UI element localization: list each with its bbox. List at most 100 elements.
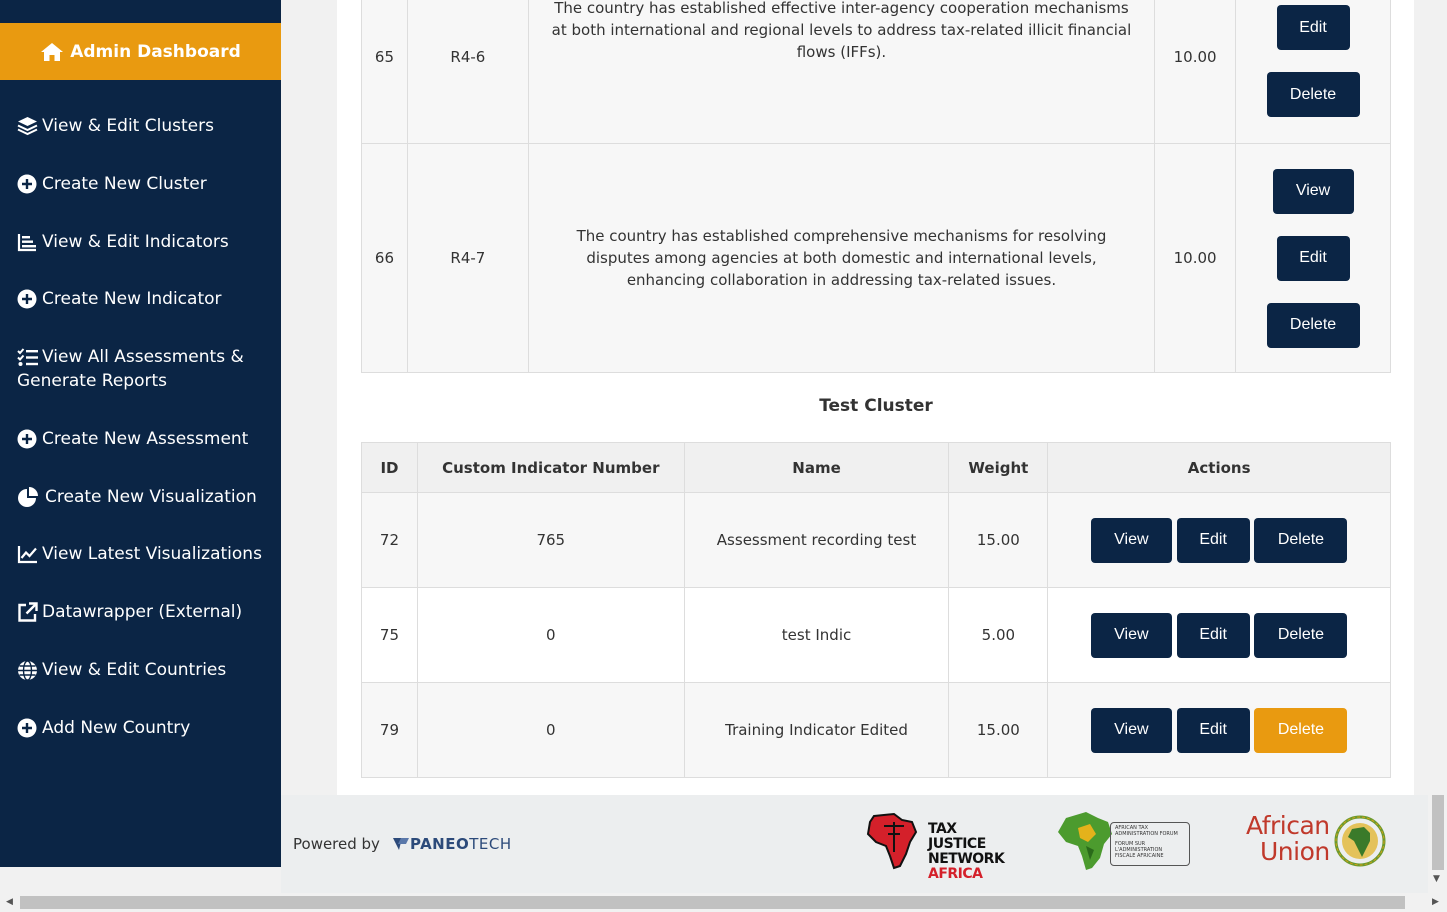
sidebar-item-create-indicator[interactable]: Create New Indicator xyxy=(17,287,275,311)
view-button[interactable]: View xyxy=(1090,612,1172,658)
scroll-left-arrow-icon[interactable]: ◀ xyxy=(6,897,13,907)
sidebar-item-datawrapper[interactable]: Datawrapper (External) xyxy=(17,600,275,624)
delete-button[interactable]: Delete xyxy=(1254,517,1348,563)
cell-name: The country has established effective in… xyxy=(527,0,1156,144)
tjn-line-3: AFRICA xyxy=(928,866,983,882)
au-emblem-icon xyxy=(1334,815,1386,867)
table-row: 79 0 Training Indicator Edited 15.00 Vie… xyxy=(361,682,1391,778)
cell-actions: View Edit Delete xyxy=(1047,587,1391,683)
cell-weight: 10.00 xyxy=(1154,0,1237,144)
globe-icon xyxy=(17,658,39,682)
footer: Powered by PANEO TECH TAX JUSTICE NETWORK… xyxy=(281,795,1428,893)
cluster-title: Test Cluster xyxy=(819,396,933,416)
cell-actions: View Edit Delete xyxy=(1235,143,1391,373)
plus-circle-icon xyxy=(17,716,39,740)
tjn-line-1: TAX JUSTICE xyxy=(928,821,986,852)
edit-button[interactable]: Edit xyxy=(1176,707,1250,753)
sidebar-item-label: View & Edit Clusters xyxy=(42,116,214,136)
ataf-africa-map-icon xyxy=(1058,812,1112,870)
paneotech-logo[interactable]: PANEO TECH xyxy=(392,835,512,853)
sidebar-item-create-assessment[interactable]: Create New Assessment xyxy=(17,427,275,451)
sidebar-item-create-cluster[interactable]: Create New Cluster xyxy=(17,172,275,196)
scroll-right-arrow-icon[interactable]: ▶ xyxy=(1432,897,1439,907)
delete-button[interactable]: Delete xyxy=(1266,72,1360,117)
ataf-logo[interactable]: AFRICAN TAX ADMINISTRATION FORUM FORUM S… xyxy=(1056,810,1191,872)
tjn-line-2: NETWORK xyxy=(928,851,1005,867)
header-actions: Actions xyxy=(1047,442,1391,493)
plus-circle-icon xyxy=(17,172,39,196)
edit-button[interactable]: Edit xyxy=(1176,612,1250,658)
sidebar-item-view-edit-indicators[interactable]: View & Edit Indicators xyxy=(17,230,275,254)
cell-custom-number: R4-6 xyxy=(406,0,529,144)
cell-id: 66 xyxy=(361,143,408,373)
powered-by: Powered by PANEO TECH xyxy=(293,835,512,853)
delete-button[interactable]: Delete xyxy=(1266,302,1360,348)
tax-justice-network-africa-logo[interactable]: TAX JUSTICE NETWORK AFRICA xyxy=(866,812,1005,882)
vertical-scrollbar-thumb[interactable] xyxy=(1432,795,1444,870)
sidebar-item-label: View All Assessments & Generate Reports xyxy=(17,347,244,391)
cell-name: Training Indicator Edited xyxy=(683,682,950,778)
line-chart-icon xyxy=(17,542,39,566)
view-button[interactable]: View xyxy=(1090,517,1172,563)
cell-actions: View Edit Delete xyxy=(1047,492,1391,588)
vertical-scrollbar[interactable]: ▼ xyxy=(1428,0,1447,893)
african-union-logo[interactable]: African Union xyxy=(1246,813,1396,875)
edit-button[interactable]: Edit xyxy=(1276,5,1350,50)
au-line-1: African xyxy=(1246,811,1330,840)
external-link-icon xyxy=(17,600,39,624)
delete-button-hovered[interactable]: Delete xyxy=(1254,707,1348,753)
cell-id: 65 xyxy=(361,0,408,144)
plus-circle-icon xyxy=(17,287,39,311)
admin-dashboard-label: Admin Dashboard xyxy=(70,41,241,62)
horizontal-scrollbar-thumb[interactable] xyxy=(20,896,1405,909)
cell-weight: 15.00 xyxy=(948,682,1049,778)
sidebar-item-label: Create New Visualization xyxy=(45,487,257,507)
ataf-line-2: ADMINISTRATION FORUM xyxy=(1115,831,1178,837)
horizontal-scrollbar[interactable]: ◀ ▶ xyxy=(0,893,1447,912)
sidebar-item-view-edit-countries[interactable]: View & Edit Countries xyxy=(17,658,275,682)
edit-button[interactable]: Edit xyxy=(1276,235,1350,281)
cell-weight: 10.00 xyxy=(1154,143,1237,373)
header-name: Name xyxy=(683,442,950,493)
scroll-down-arrow-icon[interactable]: ▼ xyxy=(1433,874,1440,884)
cell-custom-number: 765 xyxy=(416,492,685,588)
indicator-description: The country has established effective in… xyxy=(551,0,1132,61)
header-id: ID xyxy=(361,442,418,493)
cell-actions: Edit Delete xyxy=(1235,0,1391,144)
table-header-row: ID Custom Indicator Number Name Weight A… xyxy=(361,442,1391,493)
cell-name: The country has established comprehensiv… xyxy=(527,143,1156,373)
cell-custom-number: R4-7 xyxy=(406,143,529,373)
sidebar-item-label: Create New Assessment xyxy=(42,429,249,449)
delete-button[interactable]: Delete xyxy=(1254,612,1348,658)
edit-button[interactable]: Edit xyxy=(1176,517,1250,563)
main-content: 65 R4-6 The country has established effe… xyxy=(281,0,1428,893)
table-row: 75 0 test Indic 5.00 View Edit Delete xyxy=(361,587,1391,683)
cell-name: Assessment recording test xyxy=(683,492,950,588)
view-button[interactable]: View xyxy=(1090,707,1172,753)
tech-text: TECH xyxy=(469,835,512,853)
list-chart-icon xyxy=(17,230,39,254)
table-row: 65 R4-6 The country has established effe… xyxy=(361,0,1391,144)
cell-custom-number: 0 xyxy=(416,682,685,778)
paneo-text: PANEO xyxy=(409,835,470,853)
cell-actions: View Edit Delete xyxy=(1047,682,1391,778)
sidebar-item-create-visualization[interactable]: Create New Visualization xyxy=(17,485,275,509)
cell-custom-number: 0 xyxy=(416,587,685,683)
cell-id: 79 xyxy=(361,682,418,778)
cell-name: test Indic xyxy=(683,587,950,683)
sidebar-item-view-assessments[interactable]: View All Assessments & Generate Reports xyxy=(17,345,275,393)
sidebar-item-view-edit-clusters[interactable]: View & Edit Clusters xyxy=(17,114,275,138)
checklist-icon xyxy=(17,345,39,369)
content-card: 65 R4-6 The country has established effe… xyxy=(337,0,1414,795)
africa-map-icon xyxy=(866,812,918,870)
sidebar-item-latest-visualizations[interactable]: View Latest Visualizations xyxy=(17,542,275,566)
sidebar-top-strip xyxy=(0,0,281,23)
header-custom-number: Custom Indicator Number xyxy=(416,442,685,493)
sidebar-item-add-country[interactable]: Add New Country xyxy=(17,716,275,740)
powered-by-label: Powered by xyxy=(293,835,380,853)
test-cluster-table: ID Custom Indicator Number Name Weight A… xyxy=(361,442,1391,778)
admin-dashboard-link[interactable]: Admin Dashboard xyxy=(0,23,281,80)
sidebar-item-label: View Latest Visualizations xyxy=(42,544,262,564)
cell-weight: 15.00 xyxy=(948,492,1049,588)
view-button[interactable]: View xyxy=(1272,168,1354,214)
